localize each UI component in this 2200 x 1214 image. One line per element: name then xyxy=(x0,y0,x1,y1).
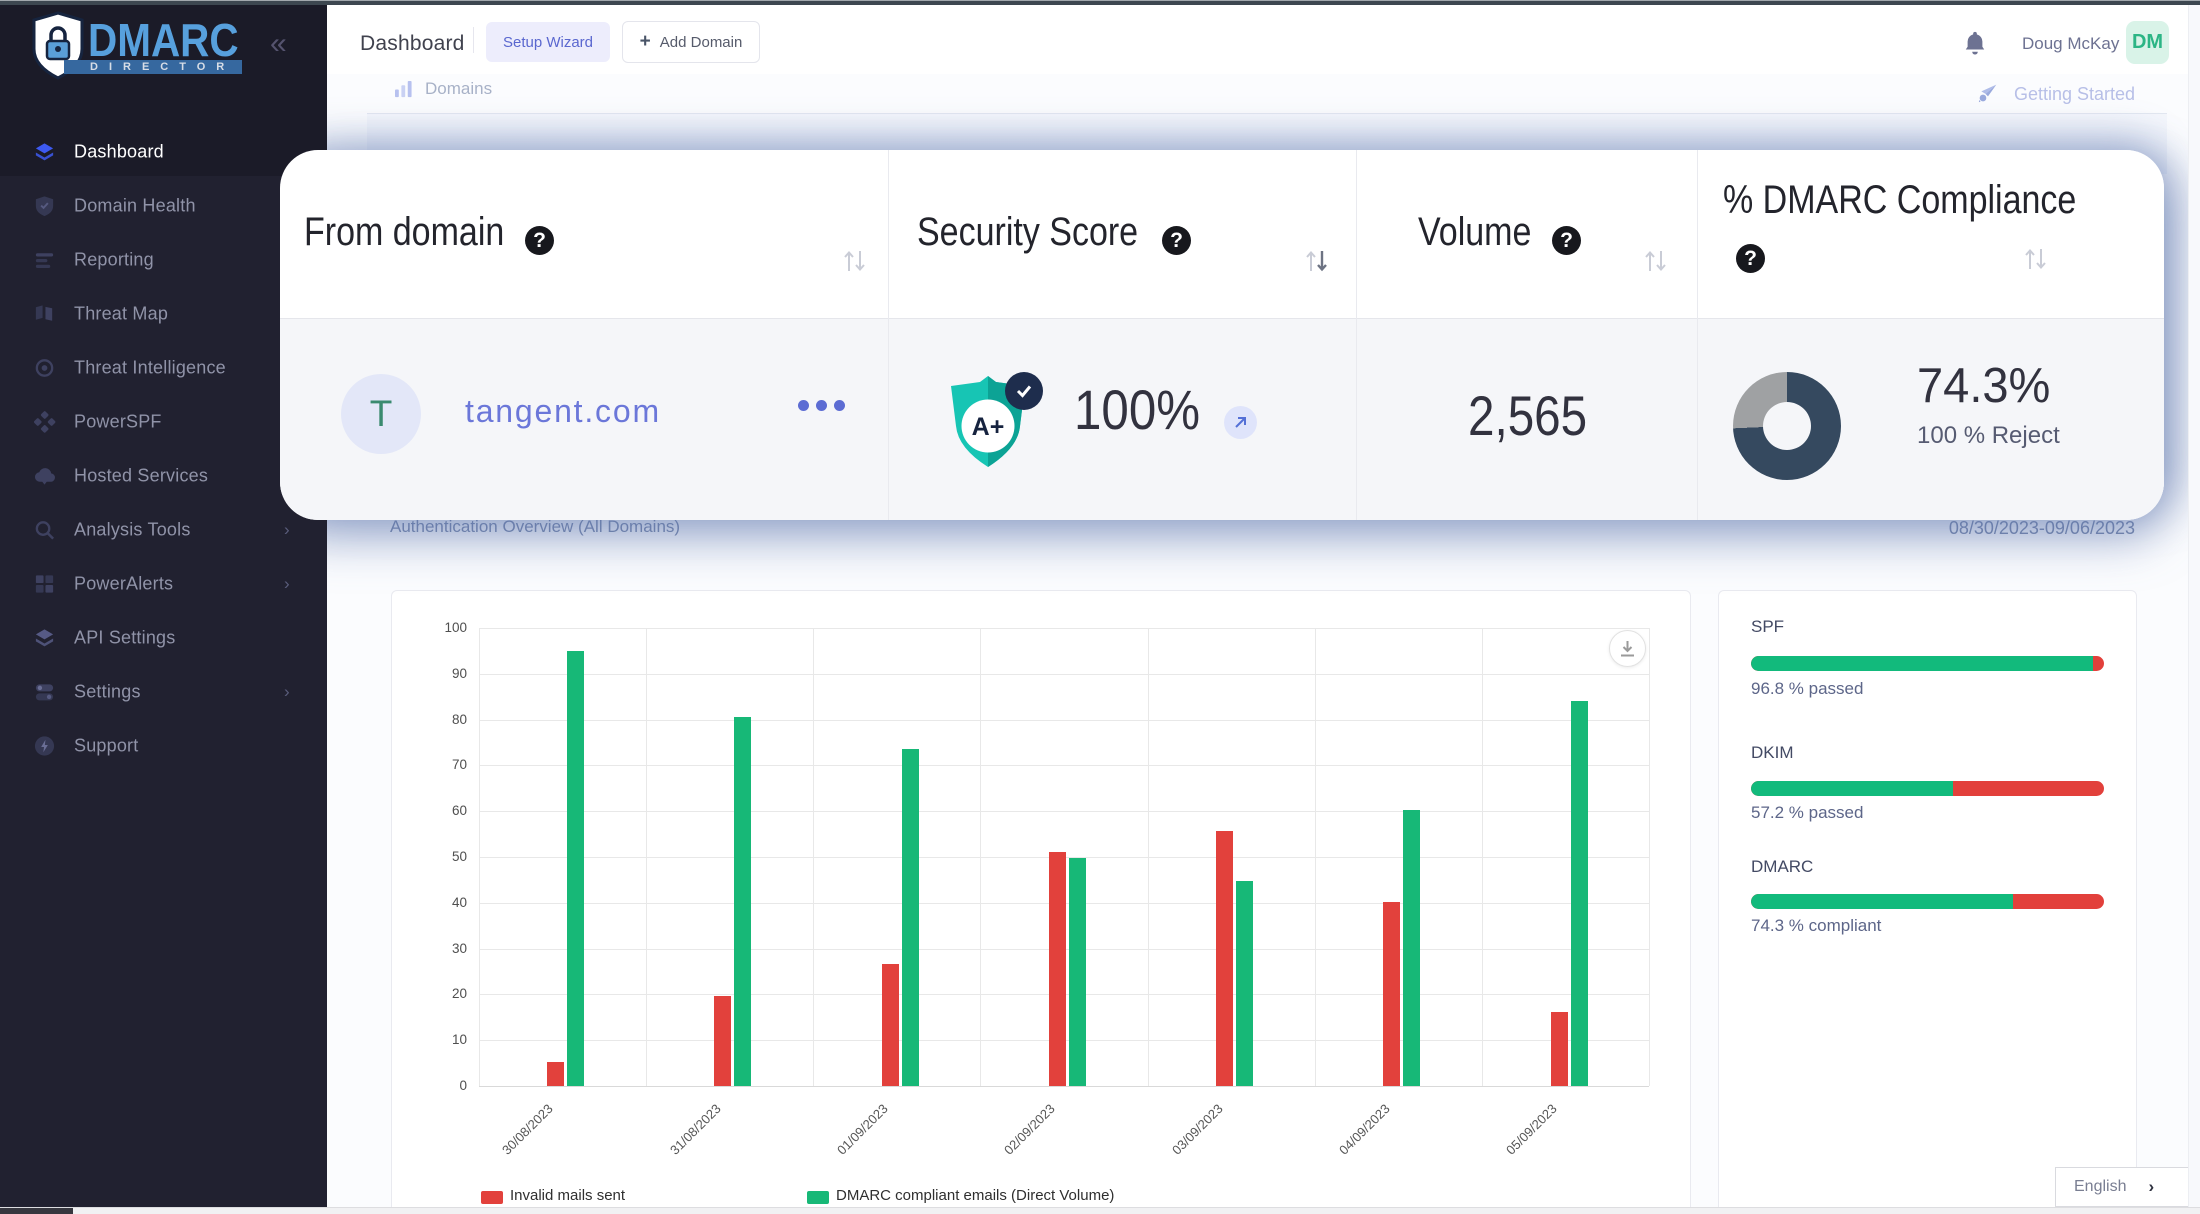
svg-text:A+: A+ xyxy=(972,413,1005,441)
